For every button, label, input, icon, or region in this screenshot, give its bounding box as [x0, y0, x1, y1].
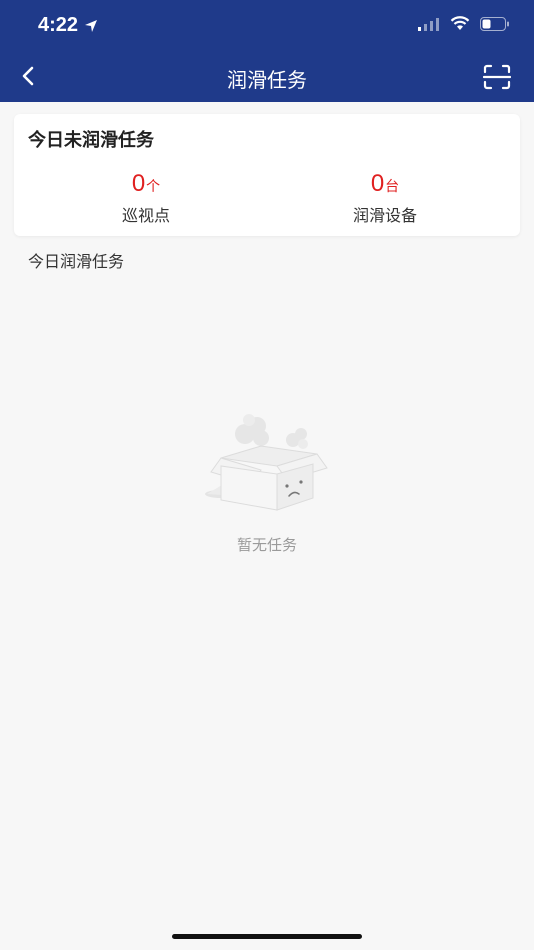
untreated-summary-card: 今日未润滑任务 0个 巡视点 0台 润滑设备 [14, 114, 520, 236]
stat-unit: 个 [146, 179, 161, 195]
top-bar: 4:22 润滑任务 [0, 0, 534, 102]
stat-label: 巡视点 [121, 206, 170, 225]
empty-box-icon [205, 414, 328, 511]
home-indicator[interactable] [172, 934, 362, 939]
card-title: 今日未润滑任务 [28, 130, 154, 151]
stat-label: 润滑设备 [352, 206, 417, 225]
empty-state: 暂无任务 [0, 410, 534, 555]
stat-patrol-points[interactable]: 0个 巡视点 [46, 170, 246, 226]
today-tasks-section-label: 今日润滑任务 [28, 252, 125, 271]
status-bar-time: 4:22 [38, 14, 98, 37]
status-time-text: 4:22 [38, 14, 79, 36]
scan-button[interactable] [482, 62, 512, 92]
location-arrow-icon [85, 19, 98, 32]
page-title: 润滑任务 [227, 68, 307, 92]
status-icons [418, 16, 510, 31]
empty-state-text: 暂无任务 [236, 536, 297, 554]
cellular-signal-icon [418, 17, 439, 31]
wifi-icon [450, 16, 470, 30]
scan-icon [483, 64, 511, 90]
battery-icon [480, 16, 509, 31]
stat-value: 0 [370, 170, 385, 197]
stat-value: 0 [131, 170, 146, 197]
stat-unit: 台 [385, 179, 400, 195]
stat-lubrication-devices[interactable]: 0台 润滑设备 [285, 170, 485, 226]
